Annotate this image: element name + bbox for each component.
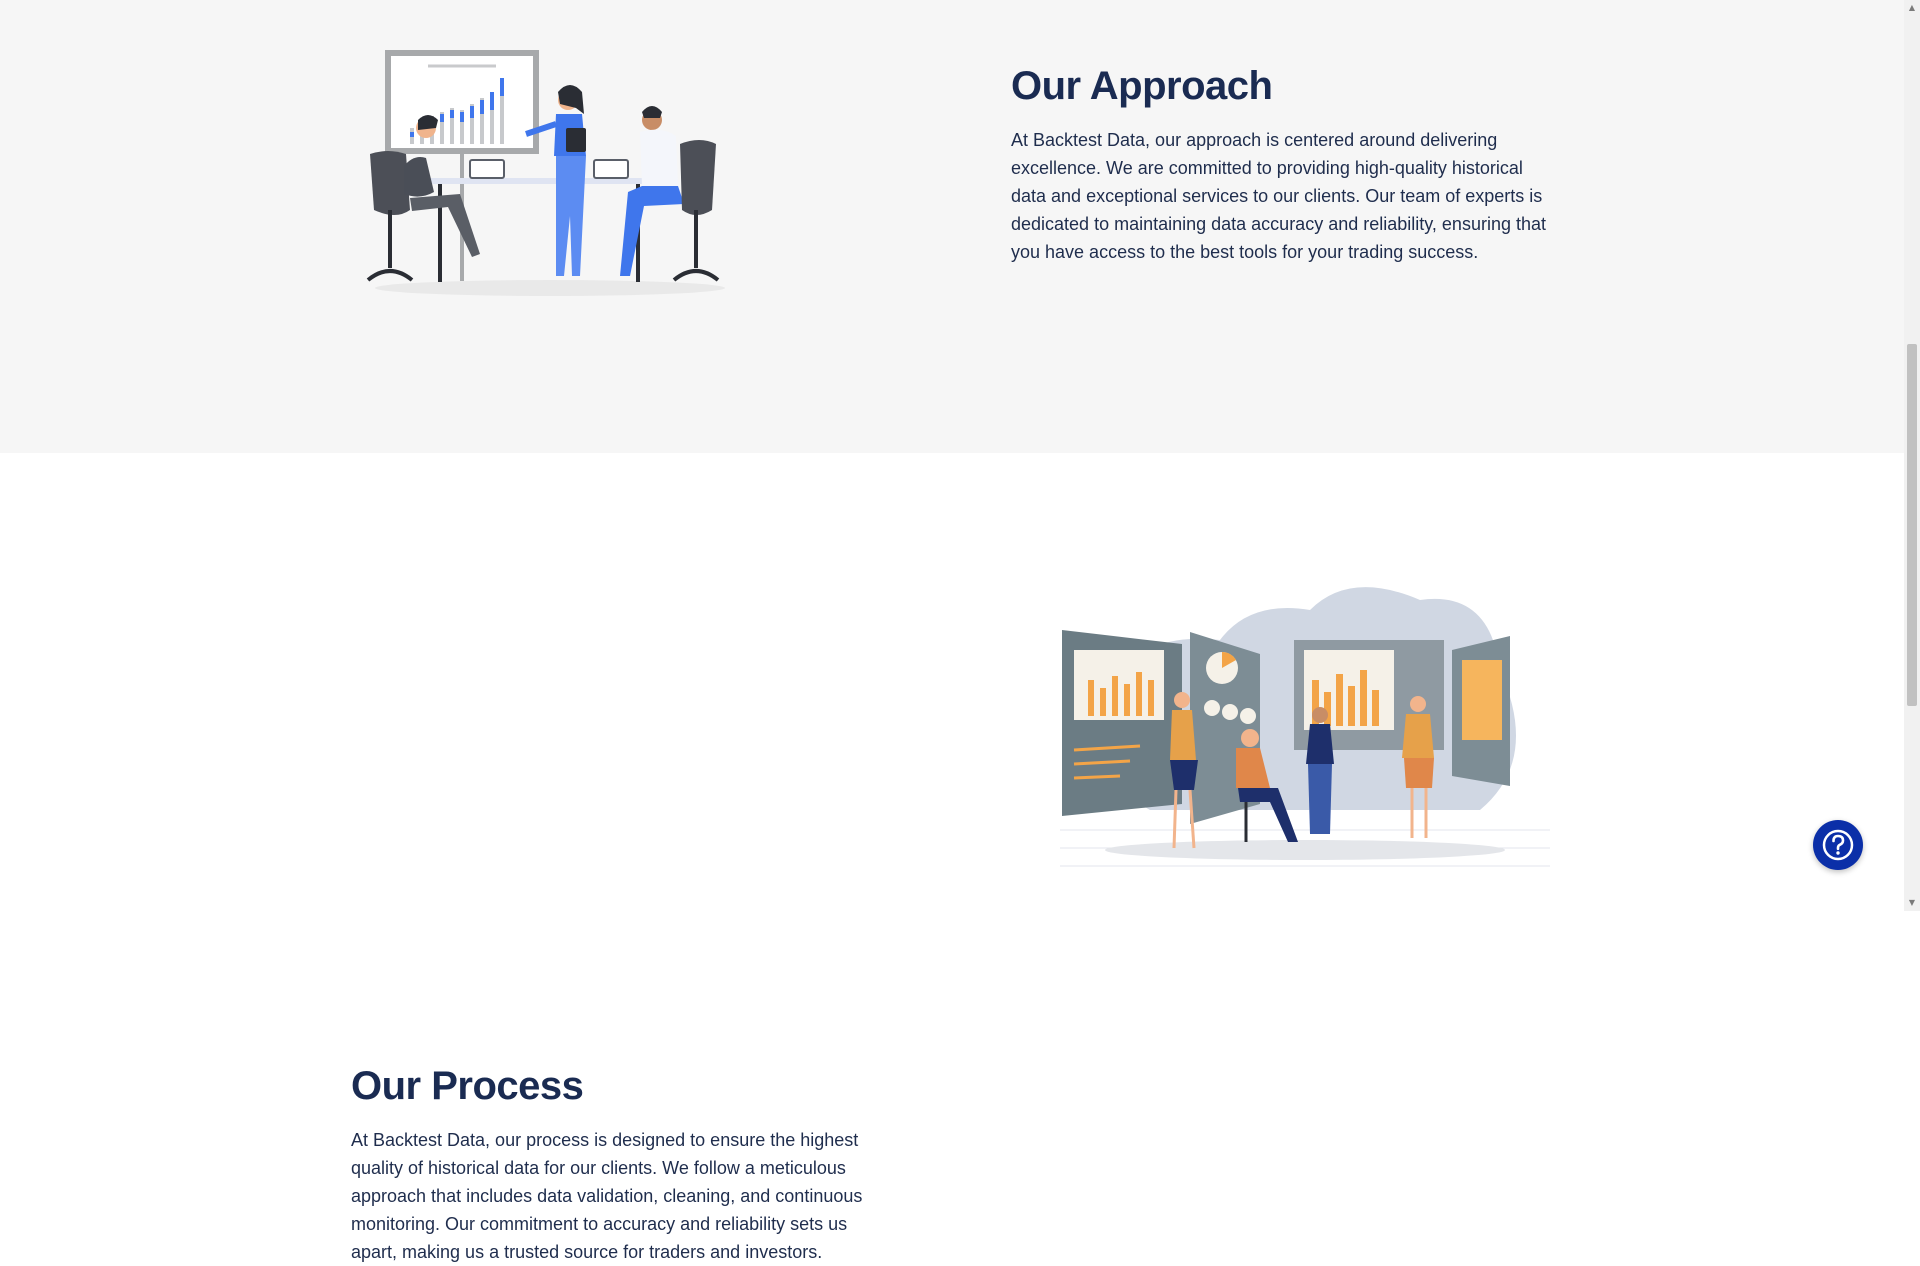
approach-text: At Backtest Data, our approach is center… bbox=[1011, 130, 1546, 262]
question-mark-icon bbox=[1822, 829, 1854, 861]
analytics-dashboard-illustration bbox=[1050, 580, 1560, 870]
process-section: Our Process At Backtest Data, our proces… bbox=[0, 453, 1904, 1262]
approach-title: Our Approach bbox=[1011, 64, 1273, 108]
process-title: Our Process bbox=[351, 1064, 584, 1108]
process-text: At Backtest Data, our process is designe… bbox=[351, 1130, 863, 1262]
page-scrollbar[interactable]: ▲ ▼ bbox=[1904, 0, 1920, 911]
team-meeting-illustration bbox=[360, 48, 740, 303]
scroll-up-icon[interactable]: ▲ bbox=[1904, 0, 1920, 16]
scrollbar-thumb[interactable] bbox=[1907, 344, 1917, 706]
help-button[interactable] bbox=[1813, 820, 1863, 870]
scroll-down-icon[interactable]: ▼ bbox=[1904, 895, 1920, 911]
approach-section: Our Approach At Backtest Data, our appro… bbox=[0, 0, 1904, 453]
